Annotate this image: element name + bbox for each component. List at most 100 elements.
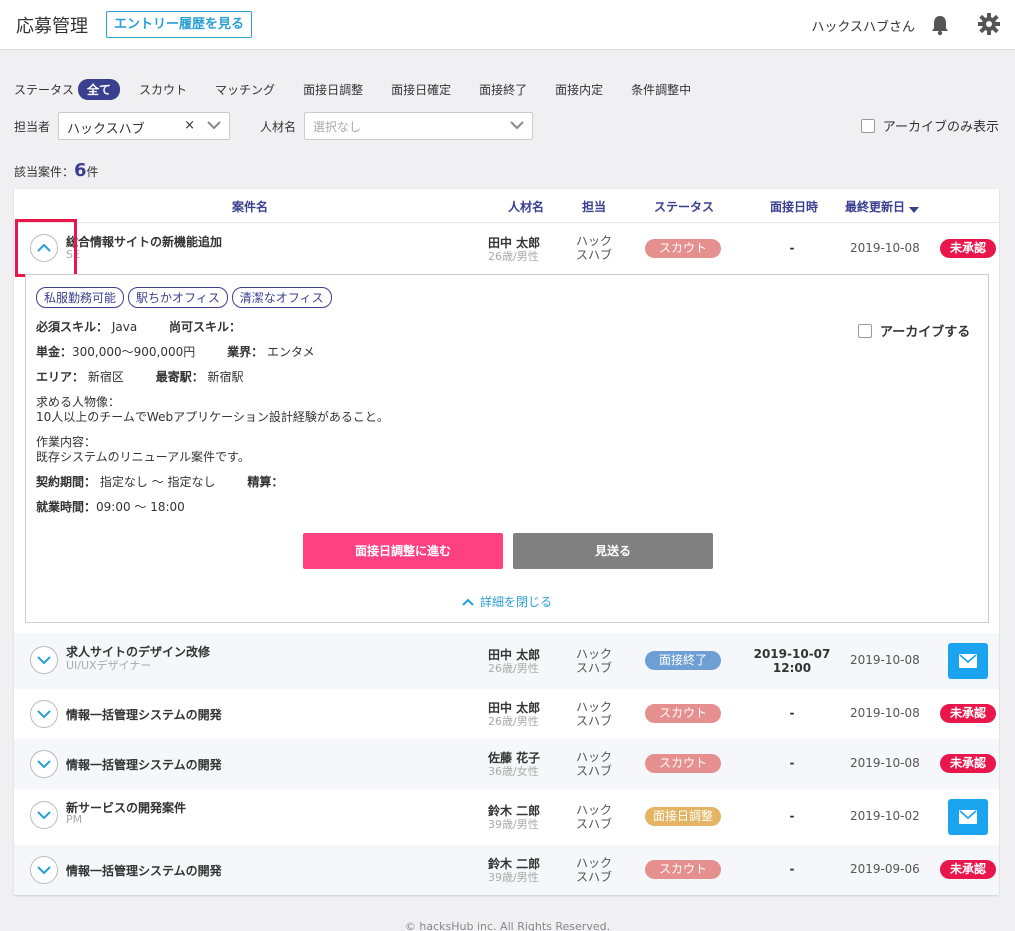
project-role: UI/UXデザイナー: [66, 659, 152, 672]
status-badge: スカウト: [645, 239, 721, 258]
decline-button[interactable]: 見送る: [513, 533, 713, 569]
station: 新宿駅: [207, 370, 244, 384]
status-chip-offer[interactable]: 面接内定: [546, 79, 612, 100]
header-updated[interactable]: 最終更新日: [845, 198, 905, 215]
caret-down-icon[interactable]: [909, 202, 919, 216]
table-row[interactable]: 新サービスの開発案件 PM 鈴木 二郎 39歳/男性 ハック スハブ 面接日調整 …: [14, 789, 999, 845]
required-skill-label: 必須スキル：: [36, 320, 109, 334]
candidate-label: 人材名: [260, 120, 297, 134]
bell-icon[interactable]: [930, 14, 950, 36]
highlight-box: [15, 219, 77, 277]
project-name: 総合情報サイトの新機能追加: [66, 235, 223, 249]
search-filters: 担当者 ハックスハブ × 人材名 選択なし アーカイブのみ表示: [14, 112, 999, 140]
close-detail-label: 詳細を閉じる: [480, 595, 553, 609]
status-chip-conditions[interactable]: 条件調整中: [622, 79, 700, 100]
area-label: エリア：: [36, 370, 85, 384]
period-label: 契約期間：: [36, 475, 97, 489]
proceed-interview-button[interactable]: 面接日調整に進む: [303, 533, 503, 569]
status-chip-matching[interactable]: マッチング: [206, 79, 284, 100]
status-chip-interview-fixed[interactable]: 面接日確定: [382, 79, 460, 100]
status-chip-all[interactable]: 全て: [78, 78, 121, 100]
unapproved-badge[interactable]: 未承認: [940, 239, 996, 258]
interview-date-line2: 12:00: [772, 661, 812, 675]
table-row[interactable]: 求人サイトのデザイン改修 UI/UXデザイナー 田中 太郎 26歳/男性 ハック…: [14, 633, 999, 689]
status-badge: スカウト: [645, 754, 721, 773]
entry-history-button[interactable]: エントリー履歴を見る: [106, 11, 253, 38]
page-title: 応募管理: [16, 16, 88, 37]
feature-tags: 私服勤務可能 駅ちかオフィス 清潔なオフィス: [36, 287, 336, 308]
price: 300,000～900,000円: [72, 345, 196, 359]
candidate-info: 39歳/男性: [488, 818, 539, 831]
industry: エンタメ: [266, 345, 315, 359]
gear-icon[interactable]: [978, 13, 1000, 35]
project-name: 情報一括管理システムの開発: [66, 708, 222, 722]
assignee-value: ハックスハブ: [67, 122, 145, 137]
persona: 10人以上のチームでWebアプリケーション設計経験があること。: [36, 410, 389, 424]
candidate-info: 26歳/男性: [488, 662, 539, 675]
archive-only-toggle[interactable]: アーカイブのみ表示: [860, 116, 999, 135]
chevron-down-icon: [37, 656, 51, 665]
chevron-down-icon: [37, 811, 51, 820]
assignee: ハック スハブ: [574, 803, 614, 831]
archive-only-label: アーカイブのみ表示: [882, 120, 999, 135]
chevron-down-icon: [207, 121, 221, 130]
assignee-line1: ハック: [575, 647, 612, 661]
header-interview: 面接日時: [770, 200, 819, 214]
assignee-line1: ハック: [575, 803, 612, 817]
skills-line: 必須スキル： Java 尚可スキル：: [36, 318, 241, 335]
chevron-down-icon: [37, 710, 51, 719]
user-name[interactable]: ハックスハブさん: [811, 16, 915, 35]
header-candidate: 人材名: [508, 200, 545, 214]
header-project: 案件名: [232, 200, 269, 214]
updated-date: 2019-10-08: [850, 756, 920, 770]
archive-checkbox[interactable]: [858, 323, 872, 338]
status-chip-scout[interactable]: スカウト: [130, 79, 196, 100]
mail-button[interactable]: [948, 643, 988, 679]
candidate-info: 36歳/女性: [488, 765, 539, 778]
unapproved-badge[interactable]: 未承認: [940, 704, 996, 723]
expand-toggle[interactable]: [30, 750, 58, 778]
table-row[interactable]: 情報一括管理システムの開発 田中 太郎 26歳/男性 ハック スハブ スカウト -…: [14, 689, 999, 739]
assignee-line2: スハブ: [575, 714, 612, 728]
expand-toggle[interactable]: [30, 801, 58, 829]
project-name: 新サービスの開発案件: [66, 801, 187, 815]
status-badge: 面接日調整: [645, 807, 721, 826]
close-detail-link[interactable]: 詳細を閉じる: [462, 593, 552, 610]
unapproved-badge[interactable]: 未承認: [940, 860, 996, 879]
status-badge: 面接終了: [645, 651, 721, 670]
assignee: ハック スハブ: [574, 234, 614, 262]
status-chip-interview-done[interactable]: 面接終了: [470, 79, 536, 100]
hours-label: 就業時間：: [36, 500, 97, 514]
status-chip-interview-adjust[interactable]: 面接日調整: [294, 79, 372, 100]
period-line: 契約期間： 指定なし ～ 指定なし 精算：: [36, 473, 283, 490]
updated-date: 2019-10-02: [850, 809, 920, 823]
mail-icon: [959, 810, 977, 824]
candidate-info: 26歳/男性: [488, 715, 539, 728]
assignee-select[interactable]: ハックスハブ ×: [58, 112, 230, 140]
expand-toggle[interactable]: [30, 700, 58, 728]
footer-copyright: © hacksHub inc. All Rights Reserved.: [404, 920, 611, 931]
app-header: 応募管理 エントリー履歴を見る ハックスハブさん: [0, 0, 1015, 50]
mail-button[interactable]: [948, 799, 988, 835]
header-status: ステータス: [654, 200, 715, 214]
clear-icon[interactable]: ×: [184, 118, 195, 133]
archive-only-checkbox[interactable]: [860, 118, 875, 133]
updated-date: 2019-09-06: [850, 862, 920, 876]
candidate-info: 39歳/男性: [488, 871, 539, 884]
assignee: ハック スハブ: [574, 750, 614, 778]
unapproved-badge[interactable]: 未承認: [940, 754, 996, 773]
table-row[interactable]: 総合情報サイトの新機能追加 SE 田中 太郎 26歳/男性 ハック スハブ スカウ…: [14, 219, 999, 637]
status-badge: スカウト: [645, 860, 721, 879]
candidate-select[interactable]: 選択なし: [304, 112, 533, 140]
assignee-line1: ハック: [575, 750, 612, 764]
archive-toggle[interactable]: アーカイブする: [858, 321, 970, 340]
application-table: 案件名 人材名 担当 ステータス 面接日時 最終更新日 総合情報サイトの新機能追…: [14, 189, 999, 895]
expand-toggle[interactable]: [30, 856, 58, 884]
header-assignee: 担当: [582, 200, 607, 214]
assignee-line2: スハブ: [575, 764, 612, 778]
expand-toggle[interactable]: [30, 646, 58, 674]
assignee-line2: スハブ: [575, 870, 612, 884]
result-count-suffix: 件: [86, 165, 99, 179]
table-row[interactable]: 情報一括管理システムの開発 佐藤 花子 36歳/女性 ハック スハブ スカウト -…: [14, 739, 999, 789]
table-row[interactable]: 情報一括管理システムの開発 鈴木 二郎 39歳/男性 ハック スハブ スカウト -…: [14, 845, 999, 895]
